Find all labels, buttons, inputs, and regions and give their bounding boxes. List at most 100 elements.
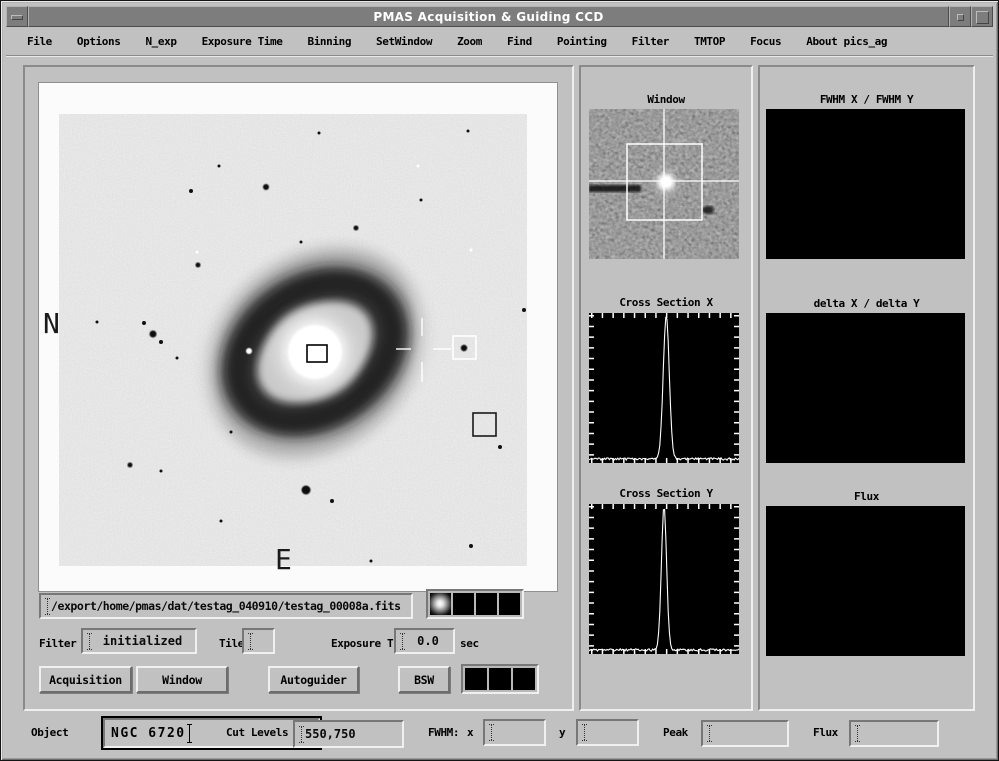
acquisition-button[interactable]: Acquisition xyxy=(39,666,132,693)
white-star-dot xyxy=(417,165,420,168)
star-dot xyxy=(142,321,146,325)
object-field[interactable]: NGC 6720 xyxy=(101,716,322,750)
star-dot xyxy=(461,345,467,351)
text-cursor xyxy=(186,724,193,743)
dark-spot xyxy=(702,206,714,214)
delta-plot-title: delta X / delta Y xyxy=(760,297,973,310)
menu-item-about-pics-ag[interactable]: About pics_ag xyxy=(806,35,887,48)
menu-item-focus[interactable]: Focus xyxy=(750,35,781,48)
fwhm-x-field[interactable] xyxy=(483,719,546,746)
star-dot xyxy=(220,520,223,523)
menu-item-options[interactable]: Options xyxy=(77,35,121,48)
window-maximize-button[interactable] xyxy=(971,6,993,27)
text-cursor xyxy=(488,724,495,741)
window-menu-icon xyxy=(11,15,23,20)
guide-star-core xyxy=(661,177,671,187)
cross-section-x-plot xyxy=(589,313,739,463)
cross-section-y-title: Cross Section Y xyxy=(581,487,751,500)
delta-plot xyxy=(766,313,965,463)
star-dot xyxy=(128,463,133,468)
star-dot xyxy=(300,241,303,244)
exposure-time-field[interactable]: 0.0 xyxy=(394,628,455,654)
star-dot xyxy=(159,340,163,344)
star-dot xyxy=(498,445,502,449)
menu-item-binning[interactable]: Binning xyxy=(307,35,351,48)
menu-item-setwindow[interactable]: SetWindow xyxy=(376,35,432,48)
filter-field[interactable]: initialized xyxy=(81,628,197,654)
faint-star xyxy=(675,139,683,147)
flux-field[interactable] xyxy=(849,720,939,747)
window-view-title: Window xyxy=(581,93,751,106)
maximize-icon xyxy=(976,11,989,24)
fwhm-label: FWHM: xyxy=(428,727,459,739)
minimize-icon xyxy=(957,14,964,21)
peak-field[interactable] xyxy=(701,720,789,747)
ccd-image-canvas[interactable]: N E xyxy=(39,83,557,591)
text-cursor xyxy=(854,725,861,742)
fwhm-plot xyxy=(766,109,965,259)
fwhm-y-label: y xyxy=(559,727,565,739)
white-star-dot xyxy=(196,251,199,254)
text-cursor xyxy=(298,726,305,743)
text-cursor xyxy=(86,633,93,650)
menu-item-exposure-time[interactable]: Exposure Time xyxy=(202,35,283,48)
white-star-dot xyxy=(470,249,473,252)
menu-item-file[interactable]: File xyxy=(27,35,52,48)
indicator-cell xyxy=(489,668,511,690)
acquisition-panel: N E /export/home/pmas/dat/testag_040910/… xyxy=(23,65,574,711)
star-dot xyxy=(218,165,221,168)
star-dot xyxy=(420,199,423,202)
menubar: File Options N_exp Exposure Time Binning SetW… xyxy=(6,28,993,55)
tile-no-field[interactable] xyxy=(242,628,275,654)
autoguider-button[interactable]: Autoguider xyxy=(268,666,359,693)
star-dot xyxy=(522,308,526,312)
star-dot xyxy=(263,184,269,190)
indicator-cell xyxy=(465,668,487,690)
menu-item-pointing[interactable]: Pointing xyxy=(557,35,607,48)
star-dot xyxy=(467,130,470,133)
dark-streak xyxy=(589,185,641,192)
menu-item-filter[interactable]: Filter xyxy=(632,35,669,48)
bsw-button[interactable]: BSW xyxy=(398,666,450,693)
star-dot xyxy=(160,470,163,473)
star-dot xyxy=(330,499,334,503)
peak-label: Peak xyxy=(663,727,688,739)
text-cursor xyxy=(706,725,713,742)
window-minimize-button[interactable] xyxy=(949,6,971,27)
text-cursor xyxy=(44,598,51,615)
object-label: Object xyxy=(31,727,68,739)
star-dot xyxy=(370,560,373,563)
guide-window-view[interactable] xyxy=(589,109,739,259)
indicator-cell xyxy=(499,593,520,615)
flux-label: Flux xyxy=(813,727,838,739)
north-label: N xyxy=(43,307,60,340)
text-cursor xyxy=(399,633,406,650)
window-title: PMAS Acquisition & Guiding CCD xyxy=(28,6,949,27)
cross-section-y-plot xyxy=(589,504,739,654)
app-window: PMAS Acquisition & Guiding CCD File Optio… xyxy=(0,0,999,761)
flux-plot xyxy=(766,506,965,656)
star-dot xyxy=(189,189,193,193)
titlebar: PMAS Acquisition & Guiding CCD xyxy=(6,6,993,27)
window-button[interactable]: Window xyxy=(136,666,228,693)
window-menu-button[interactable] xyxy=(6,6,28,27)
star-dot xyxy=(302,486,311,495)
white-star-dot xyxy=(246,348,252,354)
menu-item-tmtop[interactable]: TMTOP xyxy=(694,35,725,48)
cross-section-x-title: Cross Section X xyxy=(581,296,751,309)
flux-plot-title: Flux xyxy=(760,490,973,503)
indicator-cell xyxy=(453,593,474,615)
indicator-cell xyxy=(476,593,497,615)
cut-levels-field[interactable]: 550,750 xyxy=(293,720,404,748)
fits-filename-field[interactable]: /export/home/pmas/dat/testag_040910/test… xyxy=(39,593,413,619)
fwhm-y-field[interactable] xyxy=(576,719,639,746)
guide-panel: Window Cross Section X xyxy=(579,65,753,711)
filter-label: Filter xyxy=(39,638,76,650)
exposure-unit-label: sec xyxy=(460,638,479,650)
indicator-cell-star xyxy=(430,593,451,615)
faint-star xyxy=(612,114,622,124)
cut-levels-label: Cut Levels xyxy=(226,727,288,739)
menu-item-zoom[interactable]: Zoom xyxy=(457,35,482,48)
menu-item-n-exp[interactable]: N_exp xyxy=(145,35,176,48)
menu-item-find[interactable]: Find xyxy=(507,35,532,48)
